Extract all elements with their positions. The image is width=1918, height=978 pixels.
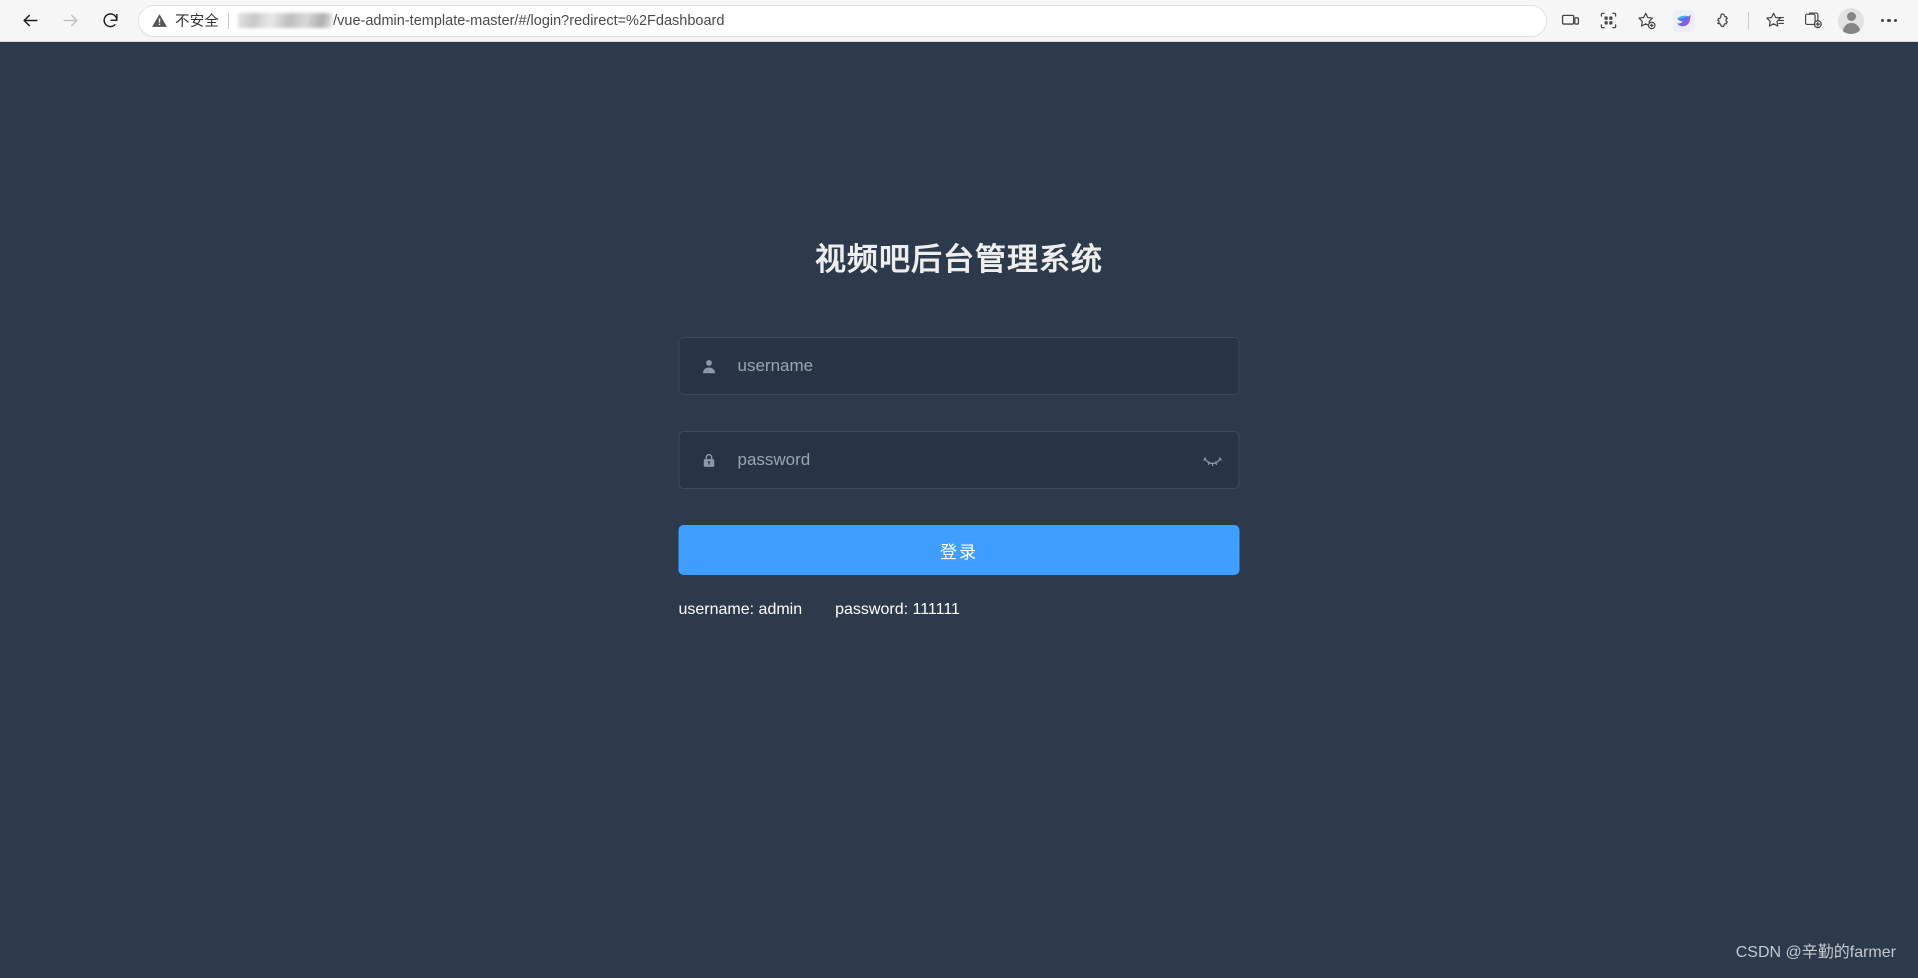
hint-username: username: admin: [678, 601, 803, 618]
extensions-puzzle-icon[interactable]: [1703, 5, 1741, 37]
address-divider: [228, 12, 230, 29]
password-input[interactable]: [737, 432, 1187, 488]
add-favorite-star-icon[interactable]: [1627, 5, 1665, 37]
user-icon: [680, 358, 738, 375]
page-title: 视频吧后台管理系统: [815, 242, 1103, 278]
collections-icon[interactable]: [1794, 5, 1832, 37]
reload-button[interactable]: [90, 5, 130, 37]
warning-triangle-icon: [151, 12, 168, 29]
address-bar-container: 不安全 /vue-admin-template-master/#/login?r…: [138, 4, 1547, 37]
more-settings-icon[interactable]: [1870, 5, 1908, 37]
login-page: 视频吧后台管理系统 username 登录 username: admin pa…: [0, 42, 1918, 978]
forward-button[interactable]: [50, 5, 90, 37]
back-arrow-icon: [22, 14, 38, 27]
password-form-item[interactable]: [678, 431, 1240, 489]
eye-off-icon[interactable]: [1187, 432, 1239, 488]
watermark-text: CSDN @辛勤的farmer: [1735, 944, 1896, 961]
security-status-label: 不安全: [175, 14, 220, 30]
address-bar[interactable]: 不安全 /vue-admin-template-master/#/login?r…: [138, 4, 1547, 37]
username-form-item[interactable]: [678, 337, 1240, 395]
hint-password: password: 111111: [835, 601, 960, 618]
browser-toolbar: 不安全 /vue-admin-template-master/#/login?r…: [0, 0, 1918, 42]
toolbar-right-icons: [1551, 5, 1908, 37]
lock-icon: [680, 452, 738, 469]
back-button[interactable]: [10, 5, 50, 37]
profile-avatar-icon[interactable]: [1832, 5, 1870, 37]
reload-icon: [102, 13, 118, 28]
login-form: 视频吧后台管理系统 username 登录 username: admin pa…: [678, 234, 1240, 619]
username-input[interactable]: [737, 338, 1239, 394]
favorites-list-icon[interactable]: [1756, 5, 1794, 37]
app-grid-icon[interactable]: [1589, 5, 1627, 37]
toolbar-divider: [1748, 11, 1749, 30]
url-text: /vue-admin-template-master/#/login?redir…: [333, 12, 725, 29]
forward-arrow-icon: [62, 14, 78, 27]
bird-extension-icon[interactable]: [1665, 5, 1703, 37]
cast-device-icon[interactable]: [1551, 5, 1589, 37]
redacted-host-blur: [238, 13, 333, 28]
credentials-hint: username: admin password: 111111: [679, 601, 1240, 619]
login-submit-button[interactable]: 登录: [678, 525, 1240, 575]
